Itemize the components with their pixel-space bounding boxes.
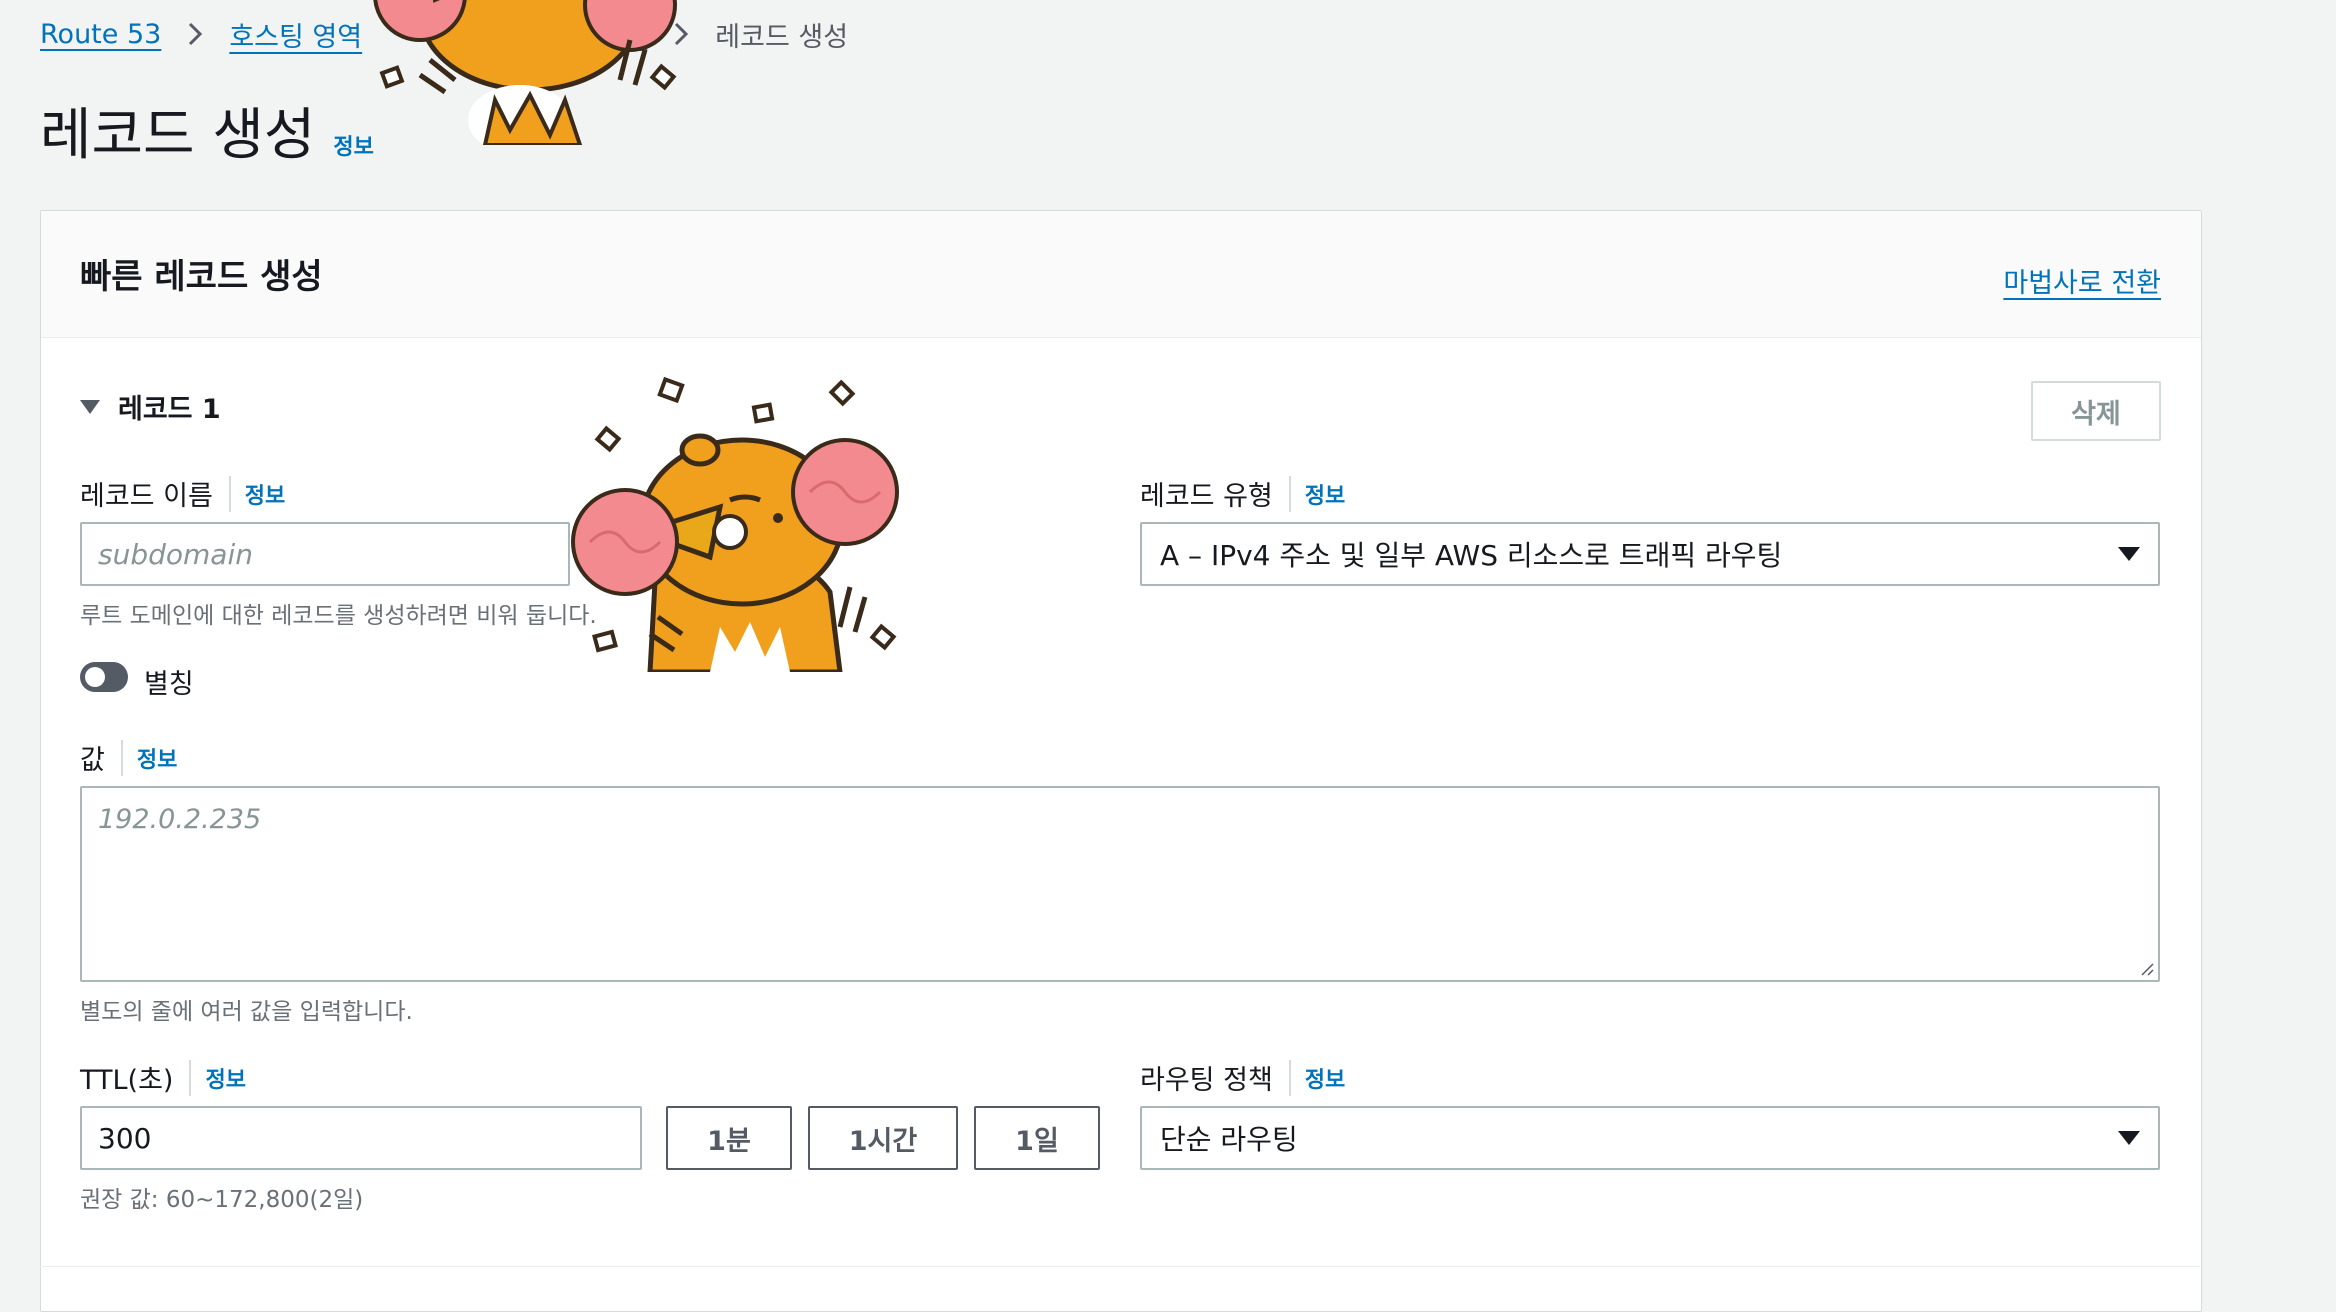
ttl-1min-button[interactable]: 1분 xyxy=(666,1106,792,1170)
delete-button[interactable]: 삭제 xyxy=(2031,381,2161,441)
section-divider xyxy=(40,1266,2200,1267)
caret-down-icon xyxy=(2118,547,2140,561)
record-type-info-link[interactable]: 정보 xyxy=(1305,478,1345,510)
breadcrumb-hosted-zones[interactable]: 호스팅 영역 xyxy=(229,15,362,54)
page-title-text: 레코드 생성 xyxy=(40,103,316,168)
ttl-input[interactable]: 300 xyxy=(80,1106,642,1170)
ttl-label-text: TTL(초) xyxy=(80,1065,174,1096)
container-title: 빠른 레코드 생성 xyxy=(80,257,323,297)
value-textarea[interactable]: 192.0.2.235 xyxy=(80,786,2160,982)
routing-policy-info-link[interactable]: 정보 xyxy=(1305,1062,1345,1094)
sticker-top xyxy=(373,0,677,145)
caret-down-icon xyxy=(2118,1131,2140,1145)
record-name-input[interactable]: subdomain xyxy=(80,522,570,586)
breadcrumb-current: 레코드 생성 xyxy=(715,21,849,53)
record-name-placeholder: subdomain xyxy=(98,537,253,571)
toggle-knob xyxy=(85,667,105,687)
ttl-1day-button[interactable]: 1일 xyxy=(974,1106,1100,1170)
value-label-text: 값 xyxy=(80,745,105,776)
value-placeholder: 192.0.2.235 xyxy=(98,804,262,835)
record-name-hint: 루트 도메인에 대한 레코드를 생성하려면 비워 둡니다. xyxy=(80,603,597,629)
chevron-right-icon xyxy=(187,21,203,47)
breadcrumb-route53[interactable]: Route 53 xyxy=(40,19,161,50)
ttl-info-link[interactable]: 정보 xyxy=(205,1062,245,1094)
record-name-info-link[interactable]: 정보 xyxy=(245,478,285,510)
ttl-label: TTL(초) 정보 xyxy=(80,1058,246,1097)
record-type-select[interactable]: A – IPv4 주소 및 일부 AWS 리소스로 트래픽 라우팅 xyxy=(1140,522,2160,586)
value-label: 값 정보 xyxy=(80,738,177,777)
page-title: 레코드 생성 정보 xyxy=(40,90,374,171)
routing-policy-select[interactable]: 단순 라우팅 xyxy=(1140,1106,2160,1170)
switch-to-wizard-link[interactable]: 마법사로 전환 xyxy=(2003,261,2161,300)
routing-policy-selected: 단순 라우팅 xyxy=(1160,1123,1298,1156)
record-type-label-text: 레코드 유형 xyxy=(1140,481,1273,512)
record-type-label: 레코드 유형 정보 xyxy=(1140,474,1345,513)
value-hint: 별도의 줄에 여러 값을 입력합니다. xyxy=(80,999,413,1025)
record-1-expander[interactable]: 레코드 1 xyxy=(80,387,221,426)
caret-down-icon xyxy=(80,399,100,414)
routing-policy-label-text: 라우팅 정책 xyxy=(1140,1065,1273,1096)
value-info-link[interactable]: 정보 xyxy=(137,742,177,774)
resize-grip-icon[interactable] xyxy=(2140,962,2154,976)
alias-label: 별칭 xyxy=(144,669,194,700)
sticker-cheering-lion xyxy=(571,376,899,672)
routing-policy-label: 라우팅 정책 정보 xyxy=(1140,1058,1345,1097)
page: Route 53 호스팅 영역 p 레코드 생성 레코드 생성 정보 빠른 레코… xyxy=(0,0,2336,1312)
ttl-value: 300 xyxy=(98,1121,152,1155)
record-1-heading: 레코드 1 xyxy=(118,394,221,425)
record-type-selected: A – IPv4 주소 및 일부 AWS 리소스로 트래픽 라우팅 xyxy=(1160,539,1783,572)
record-name-label: 레코드 이름 정보 xyxy=(80,474,285,513)
alias-toggle[interactable] xyxy=(80,662,128,692)
ttl-hint: 권장 값: 60~172,800(2일) xyxy=(80,1187,364,1213)
record-name-label-text: 레코드 이름 xyxy=(80,481,213,512)
container-header: 빠른 레코드 생성 마법사로 전환 xyxy=(41,211,2201,338)
ttl-1hour-button[interactable]: 1시간 xyxy=(808,1106,958,1170)
